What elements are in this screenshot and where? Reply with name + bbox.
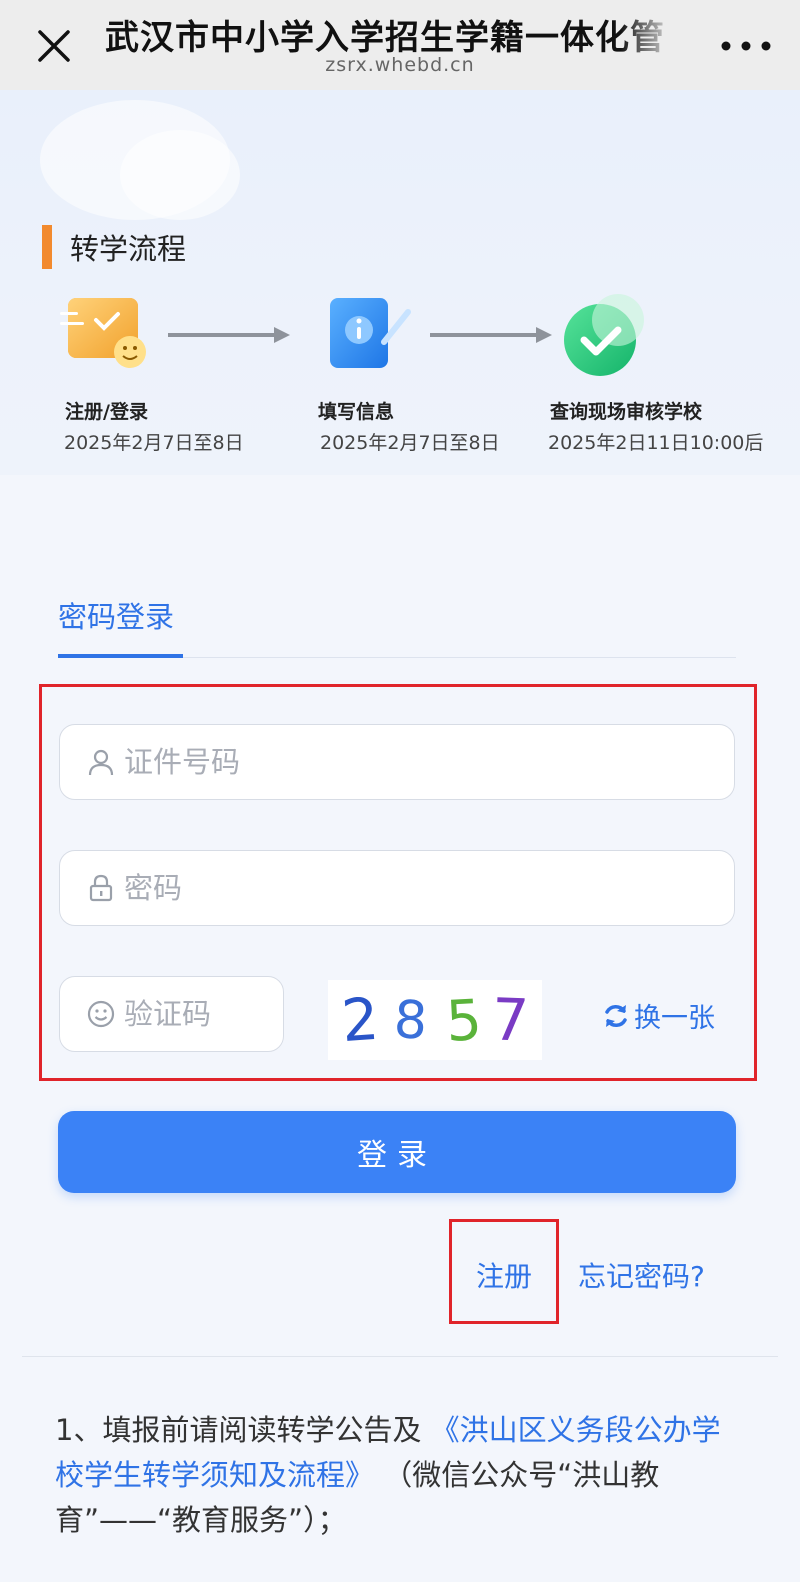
page-title: 武汉市中小学入学招生学籍一体化管 <box>105 18 665 58</box>
title-fade <box>620 8 690 58</box>
section-accent-bar <box>42 225 52 269</box>
step-3-date: 2025年2日11日10:00后 <box>548 432 764 454</box>
section-title: 转学流程 <box>70 232 187 266</box>
more-options-icon[interactable] <box>716 32 776 60</box>
flow-arrow <box>168 327 290 343</box>
register-login-icon <box>60 298 146 368</box>
fill-info-icon <box>330 298 411 368</box>
tab-active-indicator <box>58 654 183 658</box>
flow-arrow <box>430 327 552 343</box>
site-url: zsrx.whebd.cn <box>325 54 475 76</box>
tab-password-login[interactable]: 密码登录 <box>58 594 174 636</box>
step-3-label: 查询现场审核学校 <box>550 401 703 423</box>
forgot-password-link[interactable]: 忘记密码? <box>578 1255 705 1295</box>
hero-banner: 转学流程 注册/登录 2025年2月7日至8日 填写信息 2025年2月7日至8… <box>0 90 800 475</box>
notice-text: 1、填报前请阅读转学公告及 《洪山区义务段公办学校学生转学须知及流程》 （微信公… <box>55 1408 745 1543</box>
highlight-box-register <box>449 1219 559 1324</box>
login-button[interactable]: 登录 <box>58 1111 736 1193</box>
check-approved-icon <box>564 294 644 376</box>
step-1-date: 2025年2月7日至8日 <box>64 432 244 454</box>
decorative-cloud <box>120 130 240 220</box>
browser-top-bar: 武汉市中小学入学招生学籍一体化管 zsrx.whebd.cn <box>0 0 800 90</box>
step-1-label: 注册/登录 <box>65 401 148 423</box>
step-2-label: 填写信息 <box>318 401 395 423</box>
notice-prefix: 1、填报前请阅读转学公告及 <box>55 1413 422 1447</box>
step-2-date: 2025年2月7日至8日 <box>320 432 500 454</box>
divider <box>22 1356 778 1357</box>
highlight-box-form <box>39 684 757 1081</box>
